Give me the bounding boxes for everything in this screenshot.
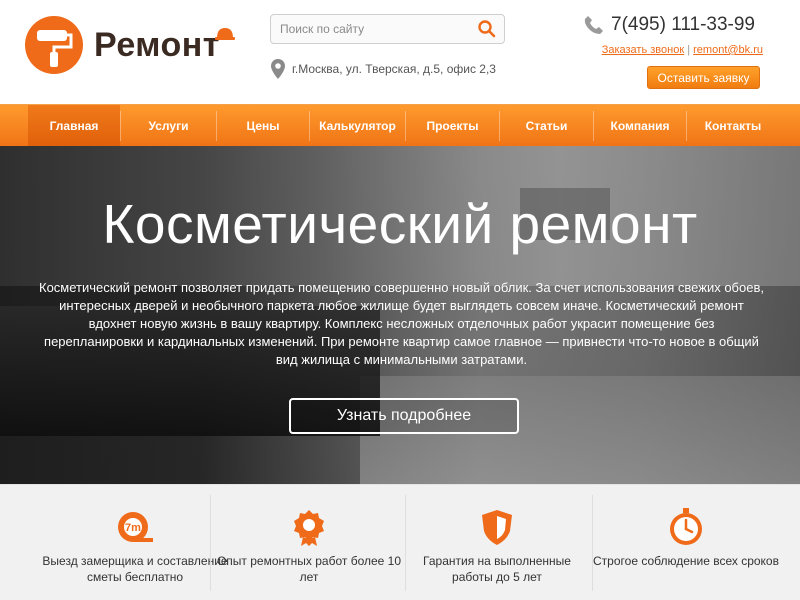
logo-text[interactable]: Ремонт: [94, 26, 220, 65]
hard-hat-icon: [215, 28, 235, 40]
search-box: [270, 14, 505, 44]
contacts-separator: |: [687, 44, 691, 56]
svg-text:7m: 7m: [125, 522, 141, 534]
hero-title: Косметический ремонт: [102, 193, 698, 255]
callback-link[interactable]: Заказать звонок: [602, 44, 684, 56]
learn-more-button[interactable]: Узнать подробнее: [289, 398, 519, 434]
search-button[interactable]: [476, 19, 498, 39]
feature-label: Опыт ремонтных работ более 10 лет: [216, 554, 402, 584]
main-nav: Главная Услуги Цены Калькулятор Проекты …: [0, 104, 800, 147]
nav-item-company[interactable]: Компания: [594, 105, 686, 147]
feature-label: Гарантия на выполненные работы до 5 лет: [423, 554, 571, 584]
feature-item: Гарантия на выполненные работы до 5 лет: [402, 485, 592, 600]
shield-icon: [482, 510, 512, 545]
feature-item: 7m Выезд замерщика и составление сметы б…: [40, 485, 230, 600]
features-strip: 7m Выезд замерщика и составление сметы б…: [0, 484, 800, 600]
nav-item-services[interactable]: Услуги: [121, 105, 216, 147]
phone-number[interactable]: 7(495) 111-33-99: [611, 14, 755, 36]
nav-item-projects[interactable]: Проекты: [406, 105, 499, 147]
feature-label: Строгое соблюдение всех сроков: [593, 554, 779, 568]
tape-measure-icon: 7m: [118, 512, 153, 542]
feature-label: Выезд замерщика и составление сметы бесп…: [42, 554, 228, 584]
search-icon: [478, 20, 496, 38]
phone-block: 7(495) 111-33-99: [583, 12, 763, 38]
feature-divider: [210, 495, 211, 591]
stopwatch-icon: [670, 508, 702, 545]
nav-item-articles[interactable]: Статьи: [500, 105, 593, 147]
nav-item-contacts[interactable]: Контакты: [687, 105, 779, 147]
feature-item: Опыт ремонтных работ более 10 лет: [214, 485, 404, 600]
header: Ремонт г.Москва, ул. Тверская, д.5, офис…: [0, 0, 800, 104]
award-medal-icon: [294, 510, 324, 546]
search-input[interactable]: [271, 15, 471, 43]
nav-item-home[interactable]: Главная: [28, 105, 120, 147]
email-link[interactable]: remont@bk.ru: [693, 44, 763, 56]
logo-paint-roller-icon[interactable]: [25, 16, 83, 74]
hero-description: Косметический ремонт позволяет придать п…: [39, 280, 764, 367]
map-pin-icon: [271, 59, 285, 79]
address-text: г.Москва, ул. Тверская, д.5, офис 2,3: [292, 62, 496, 76]
nav-item-prices[interactable]: Цены: [217, 105, 309, 147]
leave-request-button[interactable]: Оставить заявку: [647, 66, 760, 89]
phone-icon: [584, 16, 603, 34]
hero-banner: Косметический ремонт Косметический ремон…: [0, 146, 800, 484]
nav-item-calculator[interactable]: Калькулятор: [310, 105, 405, 147]
feature-item: Строгое соблюдение всех сроков: [591, 485, 781, 600]
contacts-line: Заказать звонок | remont@bk.ru: [588, 44, 763, 56]
